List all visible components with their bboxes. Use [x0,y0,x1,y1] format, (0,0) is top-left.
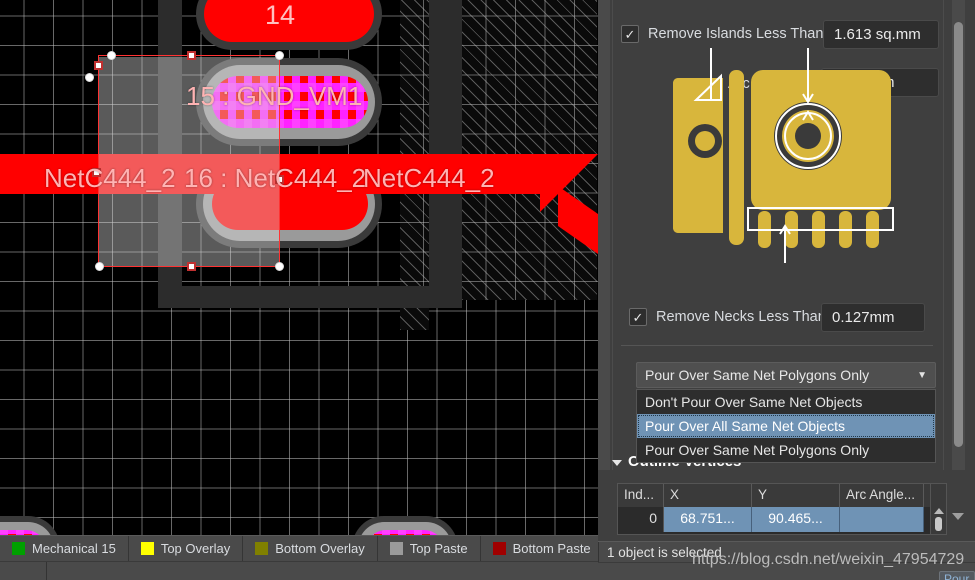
layer-color-swatch [389,542,403,555]
pad-16-net-label: 16 : NetC444_2 [184,163,367,193]
scroll-down-arrow-icon[interactable] [952,513,964,520]
polygon-handle-tr[interactable] [275,51,284,60]
column-header-x[interactable]: X [664,484,752,507]
polygon-handle-tl[interactable] [107,51,116,60]
section-divider [621,345,933,346]
remove-islands-row: ✓ Remove Islands Less Than [621,25,823,43]
layer-tab-top-overlay[interactable]: Top Overlay [129,536,244,561]
cell-x[interactable]: 68.751... [664,507,752,532]
board-bar-bottom-fill [388,286,430,308]
watermark-text: https://blog.csdn.net/weixin_47954729 [692,551,965,568]
remove-islands-checkbox[interactable]: ✓ [621,25,639,43]
remove-necks-value-input[interactable]: 0.127mm [821,303,925,332]
layer-color-swatch [140,542,154,555]
pour-mode-dropdown-list[interactable]: Don't Pour Over Same Net Objects Pour Ov… [636,389,936,463]
vertices-table-body: Ind... X Y Arc Angle... 0 68.751... 90.4… [618,484,930,534]
polygon-illustration [663,0,933,263]
layer-tab-bottom-overlay[interactable]: Bottom Overlay [243,536,378,561]
layer-color-swatch [492,542,506,555]
layer-tab-bar[interactable]: Mechanical 15 Top Overlay Bottom Overlay… [0,535,598,561]
polygon-handle-bl[interactable] [95,262,104,271]
pad-14-label: 14 [265,0,296,30]
panel-scrollbar-thumb[interactable] [954,22,963,447]
remove-necks-row: ✓ Remove Necks Less Than [629,308,826,326]
remove-islands-label: Remove Islands Less Than [648,26,824,42]
cell-y[interactable]: 90.465... [752,507,840,532]
remove-necks-checkbox[interactable]: ✓ [629,308,647,326]
pour-mode-value: Pour Over Same Net Polygons Only [645,367,870,383]
polygon-handle-tm[interactable] [187,51,196,60]
outline-vertices-table[interactable]: Ind... X Y Arc Angle... 0 68.751... 90.4… [617,483,947,535]
net-label-left: NetC444_2 [44,163,176,193]
layer-color-swatch [255,542,269,555]
altium-pcb-window: 14 15 : GND_VM1 NetC444_2 16: NetC444_2… [0,0,975,580]
layer-tab-label: Top Overlay [160,541,231,556]
polygon-handle-bm[interactable] [187,262,196,271]
dropdown-option-dont-pour[interactable]: Don't Pour Over Same Net Objects [637,390,935,414]
layer-tab-label: Bottom Overlay [275,541,365,556]
polygon-handle-ml[interactable] [85,73,94,82]
column-header-index[interactable]: Ind... [618,484,664,507]
pour-button[interactable]: Pour [939,571,975,580]
layer-tab-label: Bottom Paste [512,541,591,556]
table-row[interactable]: 0 68.751... 90.465... [618,507,930,532]
table-header-row: Ind... X Y Arc Angle... [618,484,930,507]
pcb-canvas[interactable]: 14 15 : GND_VM1 NetC444_2 16: NetC444_2… [0,0,598,580]
net-label-right: NetC444_2 [363,163,495,193]
dropdown-option-pour-polygons[interactable]: Pour Over Same Net Polygons Only [637,438,935,462]
cell-arc-angle[interactable] [840,507,924,532]
copper-hatch-right-grid [462,0,597,300]
polygon-handle-arc[interactable] [94,61,103,70]
chevron-down-icon: ▼ [917,369,927,381]
scroll-up-arrow-icon[interactable] [933,508,944,514]
pour-mode-combobox[interactable]: Pour Over Same Net Polygons Only ▼ [636,362,936,388]
column-header-y[interactable]: Y [752,484,840,507]
remove-islands-value-input[interactable]: 1.613 sq.mm [823,20,939,49]
layer-tab-label: Top Paste [409,541,468,556]
table-scrollbar-thumb[interactable] [935,517,942,531]
remove-necks-label: Remove Necks Less Than [656,309,826,325]
layer-tab-mechanical-15[interactable]: Mechanical 15 [0,536,129,561]
layer-tab-bottom-paste[interactable]: Bottom Paste [481,536,598,561]
layer-tab-top-paste[interactable]: Top Paste [378,536,481,561]
table-scrollbar[interactable] [930,484,946,534]
layer-color-swatch [12,542,25,555]
collapse-triangle-icon [612,459,622,466]
layer-tab-label: Mechanical 15 [32,541,116,556]
column-header-arc-angle[interactable]: Arc Angle... [840,484,924,507]
canvas-bottom-strip [0,561,598,580]
polygon-handle-br[interactable] [275,262,284,271]
dropdown-option-pour-all[interactable]: Pour Over All Same Net Objects [637,414,935,438]
cell-index[interactable]: 0 [618,507,664,532]
pad-15-net-label: 15 : GND_VM1 [186,81,363,111]
